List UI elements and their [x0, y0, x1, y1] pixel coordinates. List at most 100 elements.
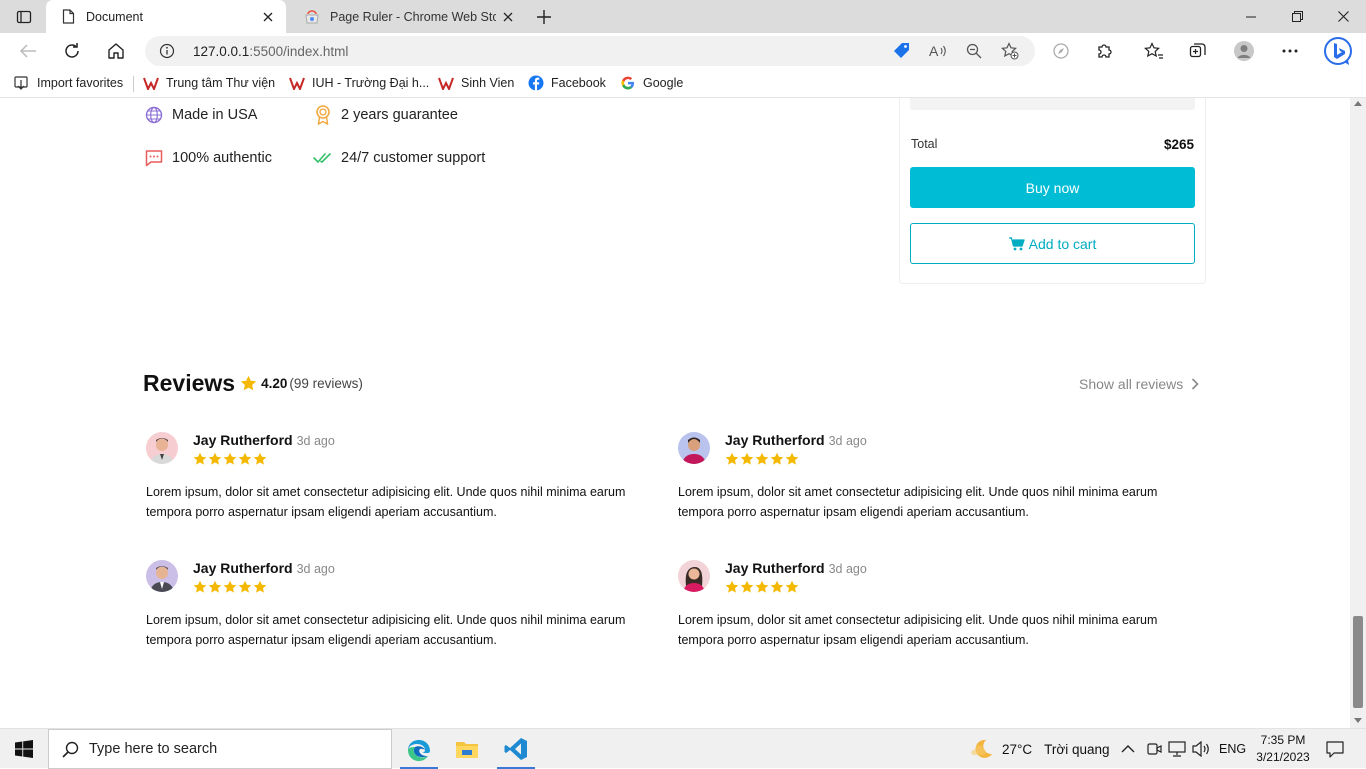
feature-guarantee: 2 years guarantee: [313, 105, 458, 125]
feature-label: 24/7 customer support: [341, 150, 486, 166]
home-button[interactable]: [100, 36, 132, 66]
star-icon: [725, 452, 739, 465]
taskbar-search-box[interactable]: Type here to search: [48, 729, 392, 769]
back-button[interactable]: [12, 36, 44, 66]
edge-icon: [408, 740, 430, 761]
svg-text:A: A: [929, 43, 939, 59]
total-value: $265: [1163, 137, 1194, 152]
url-text[interactable]: 127.0.0.1:5500/index.html: [193, 44, 348, 59]
show-hidden-icons-button[interactable]: [1121, 729, 1135, 769]
tab-strip: Document Page Ruler - Chrome Web Store: [0, 0, 1366, 33]
tab-title: Document: [86, 9, 143, 24]
fav-label: IUH - Trường Đại h...: [312, 76, 430, 90]
zoom-out-icon[interactable]: [963, 41, 985, 61]
browser-toolbar: 127.0.0.1:5500/index.html A: [0, 33, 1366, 69]
fav-label: Sinh Vien: [461, 76, 515, 90]
add-to-cart-button[interactable]: Add to cart: [910, 223, 1195, 264]
search-icon: [62, 741, 79, 758]
windows-taskbar: Type here to search 27°C Trời quang ENG …: [0, 728, 1366, 769]
google-icon: [620, 75, 636, 91]
fav-import-favorites[interactable]: Import favorites: [14, 75, 123, 91]
address-bar[interactable]: 127.0.0.1:5500/index.html A: [145, 36, 1035, 66]
feature-label: 2 years guarantee: [341, 107, 458, 123]
star-icon: [193, 452, 207, 465]
tab-page-ruler[interactable]: Page Ruler - Chrome Web Store: [290, 0, 526, 33]
start-button[interactable]: [0, 729, 48, 769]
iuh-logo-icon: [143, 75, 159, 91]
fav-iuh[interactable]: IUH - Trường Đại h...: [289, 75, 429, 91]
review-stars: [193, 580, 267, 594]
page-viewport: Made in USA 2 years guarantee 100% authe…: [0, 98, 1350, 728]
taskbar-edge[interactable]: [396, 729, 442, 769]
extensions-button[interactable]: [1089, 36, 1121, 66]
star-icon: [755, 452, 769, 465]
star-icon: [725, 580, 739, 593]
tab-actions-button[interactable]: [8, 5, 40, 29]
favorites-button[interactable]: [1138, 36, 1170, 66]
add-to-cart-label: Add to cart: [1028, 235, 1097, 252]
notification-center-button[interactable]: [1318, 729, 1352, 769]
new-tab-button[interactable]: [531, 4, 557, 30]
review-stars: [193, 452, 267, 466]
fav-google[interactable]: Google: [620, 75, 683, 91]
scroll-thumb[interactable]: [1353, 616, 1363, 708]
refresh-button[interactable]: [56, 36, 88, 66]
avatar: [146, 432, 178, 464]
taskbar-file-explorer[interactable]: [444, 729, 490, 769]
system-clock[interactable]: 7:35 PM 3/21/2023: [1248, 732, 1318, 766]
fav-trung-tam-thu-vien[interactable]: Trung tâm Thư viện: [143, 75, 275, 91]
settings-menu-button[interactable]: [1274, 36, 1306, 66]
info-icon[interactable]: [159, 43, 175, 64]
fav-sinh-vien[interactable]: Sinh Vien: [438, 75, 514, 91]
buy-now-button[interactable]: Buy now: [910, 167, 1195, 208]
show-all-reviews-link[interactable]: Show all reviews: [1079, 376, 1199, 392]
feature-label: 100% authentic: [172, 150, 272, 166]
star-icon: [770, 580, 784, 593]
reviewer-name: Jay Rutherford 3d ago: [193, 560, 335, 576]
read-aloud-icon[interactable]: A: [927, 41, 949, 61]
fav-label: Import favorites: [37, 76, 124, 90]
tab-document[interactable]: Document: [46, 0, 286, 33]
performance-button[interactable]: [1045, 36, 1077, 66]
folder-icon: [456, 742, 478, 758]
cart-icon: [1008, 236, 1025, 251]
avatar: [678, 560, 710, 592]
price-tag-icon[interactable]: [891, 41, 913, 61]
award-icon: [313, 105, 333, 125]
input-language[interactable]: ENG: [1219, 729, 1246, 769]
weather-widget[interactable]: 27°C Trời quang: [970, 729, 1110, 769]
star-icon: [223, 580, 237, 593]
page-scrollbar[interactable]: [1350, 98, 1366, 728]
add-favorite-icon[interactable]: [999, 41, 1021, 61]
review-time: 3d ago: [828, 562, 867, 576]
taskbar-vscode[interactable]: [493, 729, 539, 769]
minimize-button[interactable]: [1228, 0, 1274, 33]
order-summary-card: Total $265 Buy now Add to cart: [899, 98, 1206, 284]
tray-meet-now[interactable]: [1146, 729, 1162, 769]
star-icon: [770, 452, 784, 465]
tray-volume[interactable]: [1192, 729, 1210, 769]
star-icon: [253, 452, 267, 465]
rating-value: 4.20: [261, 376, 288, 391]
speaker-icon: [1192, 741, 1209, 757]
bing-icon: [1324, 37, 1352, 65]
tray-network[interactable]: [1168, 729, 1186, 769]
close-window-button[interactable]: [1320, 0, 1366, 33]
profile-button[interactable]: [1228, 36, 1260, 66]
scroll-up-arrow-icon[interactable]: [1354, 101, 1362, 106]
clock-date: 3/21/2023: [1256, 750, 1310, 764]
scroll-down-arrow-icon[interactable]: [1354, 718, 1362, 723]
close-tab-button[interactable]: [256, 5, 280, 29]
close-icon: [503, 12, 513, 21]
review-stars: [725, 580, 799, 594]
star-icon: [238, 452, 252, 465]
tab-title: Page Ruler - Chrome Web Store: [330, 9, 496, 24]
restore-button[interactable]: [1274, 0, 1320, 33]
star-icon: [253, 580, 267, 593]
bing-chat-button[interactable]: [1320, 36, 1356, 66]
reviewer-name: Jay Rutherford 3d ago: [725, 560, 867, 576]
feature-made-in-usa: Made in USA: [144, 105, 257, 125]
fav-facebook[interactable]: Facebook: [528, 75, 606, 91]
close-tab-button[interactable]: [496, 5, 520, 29]
collections-button[interactable]: [1182, 36, 1214, 66]
